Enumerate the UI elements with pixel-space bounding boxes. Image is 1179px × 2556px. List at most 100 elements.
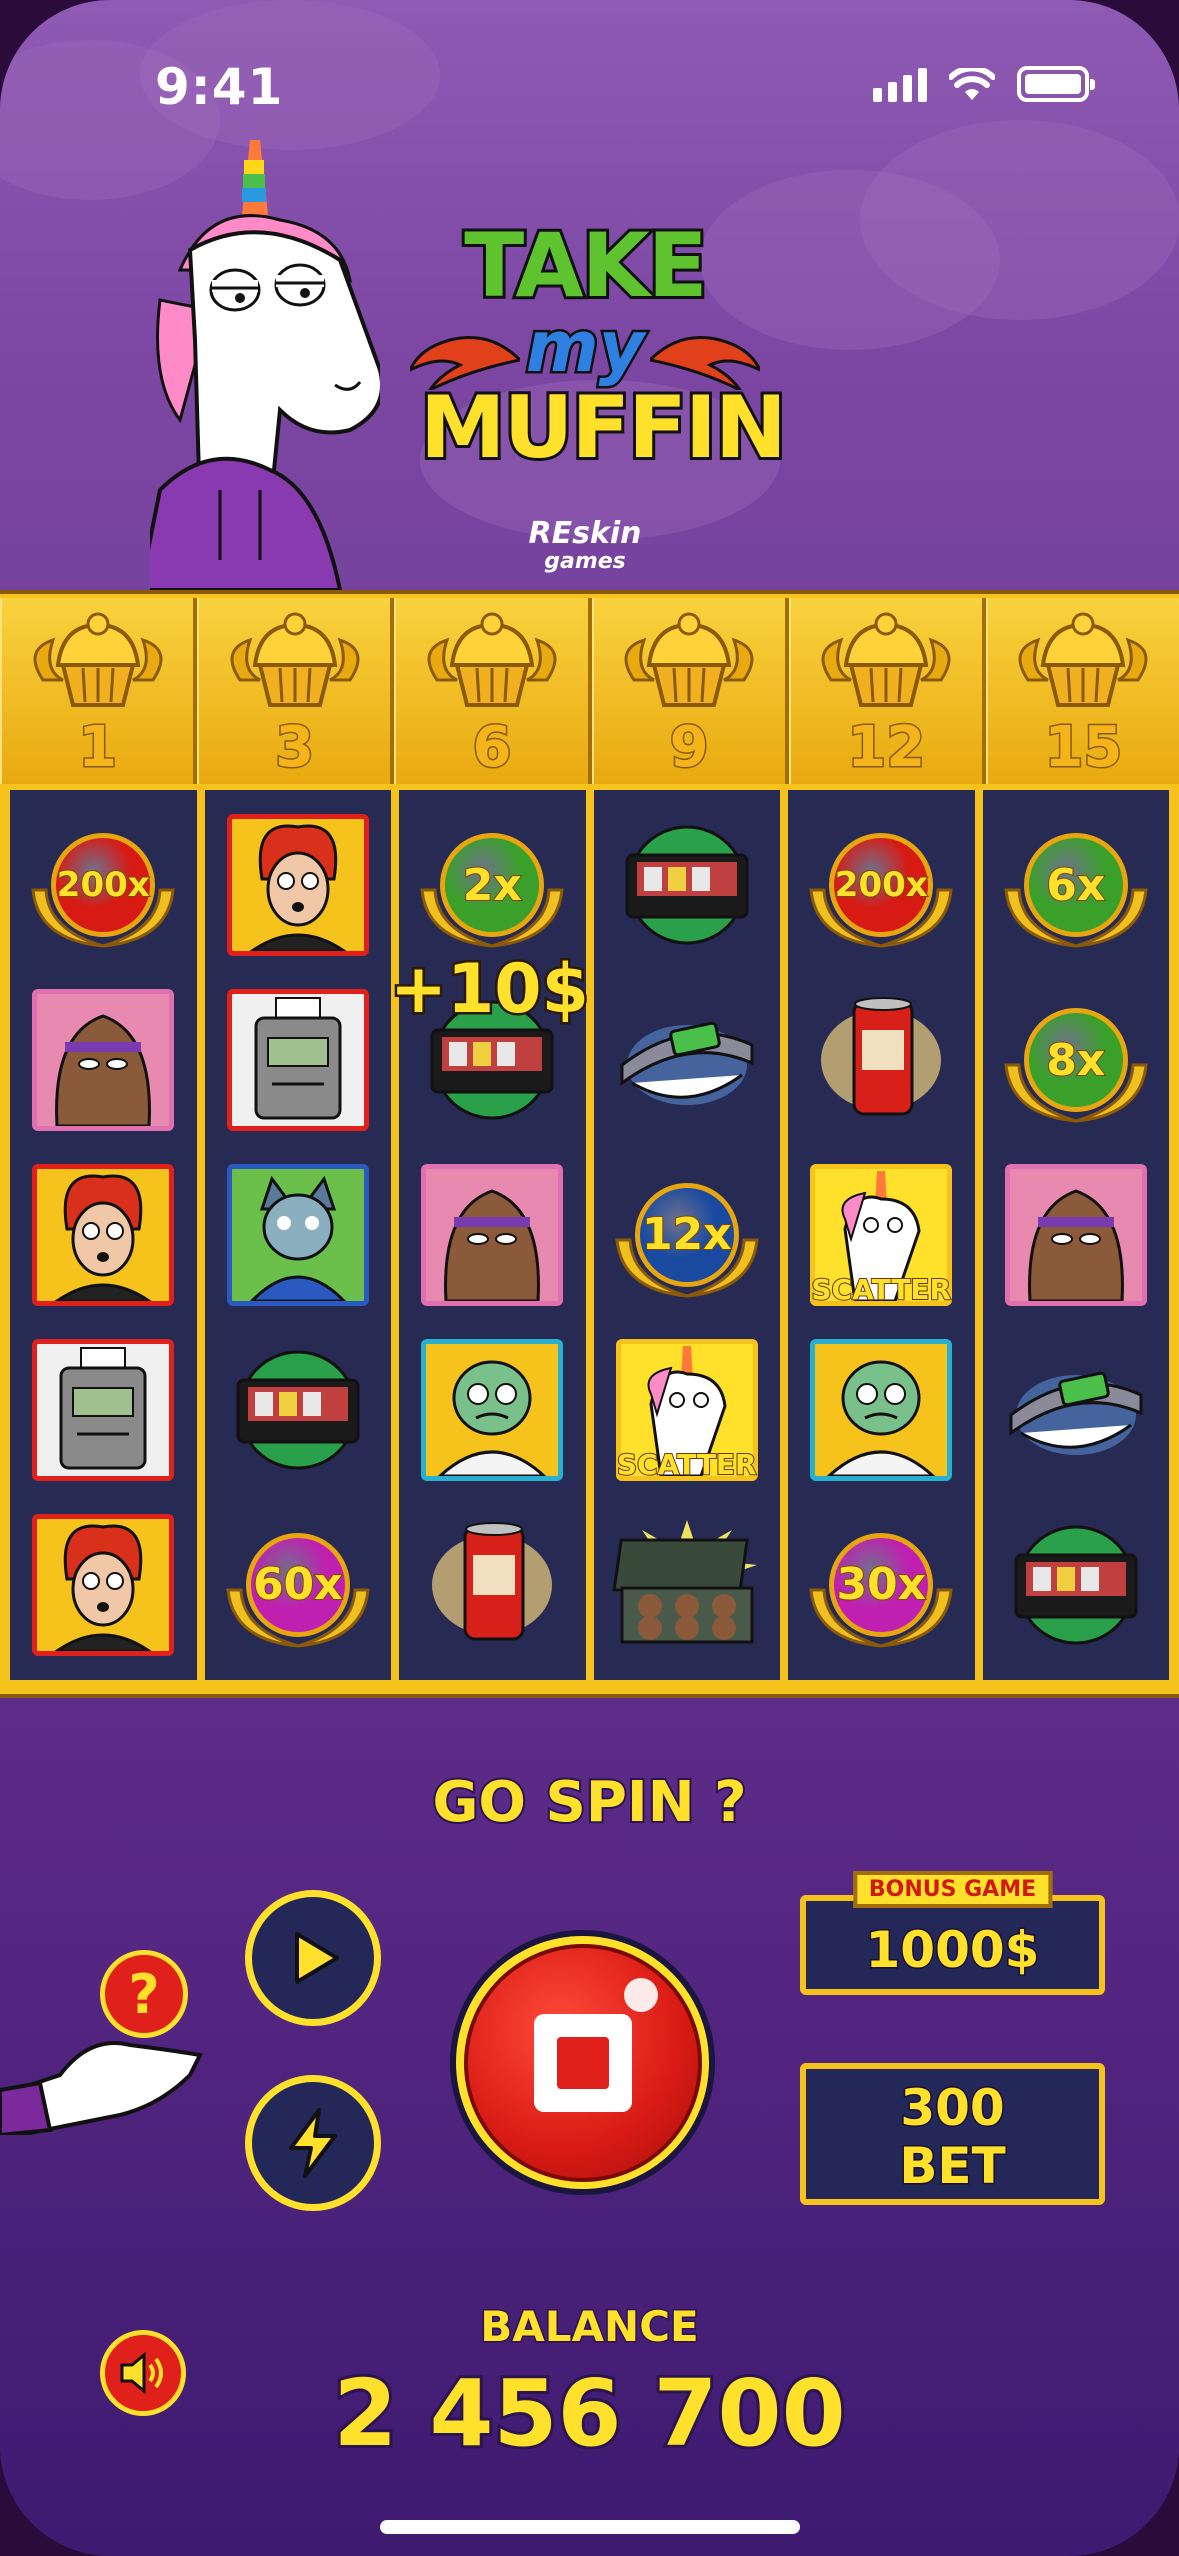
scatter-symbol: SCATTER bbox=[612, 1335, 762, 1485]
home-indicator[interactable] bbox=[380, 2520, 800, 2534]
multiplier-orb-symbol: 200x bbox=[28, 810, 178, 960]
character-symbol-paper-robot bbox=[223, 985, 373, 1135]
green-scientist-portrait-icon bbox=[810, 1338, 953, 1481]
logo-line-take: TAKE bbox=[461, 214, 711, 317]
orb-multiplier-label: 30x bbox=[829, 1532, 934, 1637]
flame-icon bbox=[410, 336, 520, 390]
redhead-woman-portrait-icon bbox=[32, 1163, 175, 1306]
orb-multiplier-label: 200x bbox=[829, 833, 934, 938]
character-symbol-brown-blob bbox=[417, 1160, 567, 1310]
belt-icon bbox=[1009, 1371, 1143, 1455]
character-symbol-redhead-woman bbox=[28, 1160, 178, 1310]
balance-label: BALANCE bbox=[479, 2301, 700, 2353]
belt-symbol bbox=[612, 985, 762, 1135]
scatter-label: SCATTER bbox=[616, 1447, 758, 1482]
spin-button[interactable] bbox=[450, 1930, 715, 2195]
cellular-signal-icon bbox=[873, 68, 927, 102]
unicorn-mascot bbox=[150, 140, 380, 590]
multiplier-orb-symbol: 30x bbox=[806, 1510, 956, 1660]
multiplier-orb-symbol: 12x bbox=[612, 1160, 762, 1310]
turbo-button[interactable] bbox=[245, 2075, 381, 2211]
character-symbol-redhead-woman bbox=[223, 810, 373, 960]
spin-prompt: GO SPIN ? bbox=[430, 1768, 748, 1837]
paper-robot-portrait-icon bbox=[32, 1338, 175, 1481]
autoplay-button[interactable] bbox=[245, 1890, 381, 2026]
soda-can-icon bbox=[821, 997, 942, 1116]
reel-column: 2x bbox=[399, 790, 586, 1680]
studio-name: REskin bbox=[528, 516, 642, 551]
orb-multiplier-label: 12x bbox=[634, 1182, 739, 1287]
character-symbol-redhead-woman bbox=[28, 1510, 178, 1660]
character-symbol-brown-blob bbox=[1001, 1160, 1151, 1310]
multiplier-cell: 9 bbox=[591, 598, 789, 784]
multiplier-value: 6 bbox=[471, 714, 513, 782]
paper-robot-portrait-icon bbox=[226, 989, 369, 1132]
belt-icon bbox=[620, 1021, 754, 1106]
studio-sub: games bbox=[544, 549, 626, 574]
vhs-tape-icon bbox=[625, 825, 749, 945]
reel-column: 6x 8x bbox=[982, 790, 1169, 1680]
reels-grid: 200x 60x 2x 12x SCATTER 200x SCATTER 30x 6x 8x bbox=[4, 790, 1175, 1680]
soda-can-symbol bbox=[806, 985, 956, 1135]
reel-column: 60x bbox=[204, 790, 391, 1680]
game-screen: 9:41 TAKE my MUFFIN REskin games 1 3 6 9… bbox=[0, 0, 1179, 2556]
slot-board: 1 3 6 9 12 15 200x 60x 2x 12x SCATTER 200x SCATTER 3… bbox=[0, 590, 1179, 1698]
game-logo: TAKE my MUFFIN bbox=[410, 214, 790, 477]
muffin-box-icon bbox=[612, 1519, 757, 1644]
battery-icon bbox=[1017, 66, 1095, 102]
orb-multiplier-label: 6x bbox=[1023, 833, 1128, 938]
soda-can-icon bbox=[432, 1521, 553, 1641]
scatter-symbol: SCATTER bbox=[806, 1160, 956, 1310]
orb-multiplier-label: 200x bbox=[51, 833, 156, 938]
redhead-woman-portrait-icon bbox=[226, 814, 369, 957]
multiplier-value: 3 bbox=[274, 714, 316, 782]
multiplier-cell: 12 bbox=[788, 598, 986, 784]
lightning-icon bbox=[289, 2108, 337, 2178]
spin-button-face bbox=[463, 1943, 702, 2182]
green-scientist-portrait-icon bbox=[421, 1338, 564, 1481]
soda-can-symbol bbox=[417, 1510, 567, 1660]
character-symbol-blue-cat-man bbox=[223, 1160, 373, 1310]
multiplier-orb-symbol: 6x bbox=[1001, 810, 1151, 960]
stop-icon bbox=[533, 2013, 632, 2112]
multiplier-cell: 6 bbox=[394, 598, 592, 784]
flame-icon bbox=[650, 336, 760, 390]
bet-label: BET bbox=[898, 2136, 1007, 2197]
brown-blob-portrait-icon bbox=[1004, 1163, 1147, 1306]
multiplier-orb-symbol: 2x bbox=[417, 810, 567, 960]
help-button[interactable]: ? bbox=[100, 1950, 188, 2038]
multiplier-orb-symbol: 60x bbox=[223, 1510, 373, 1660]
reel-column: 12x SCATTER bbox=[593, 790, 780, 1680]
multiplier-orb-symbol: 200x bbox=[806, 810, 956, 960]
scatter-label: SCATTER bbox=[810, 1272, 952, 1307]
cloud bbox=[860, 120, 1179, 320]
redhead-woman-portrait-icon bbox=[32, 1513, 175, 1656]
bonus-amount: 1000$ bbox=[864, 1920, 1041, 1981]
multiplier-cell: 3 bbox=[197, 598, 395, 784]
muffin-box-symbol bbox=[612, 1510, 762, 1660]
orb-multiplier-label: 60x bbox=[245, 1532, 350, 1637]
vhs-tape-icon bbox=[1014, 1525, 1138, 1645]
multiplier-orb-symbol: 8x bbox=[1001, 985, 1151, 1135]
orb-multiplier-label: 8x bbox=[1023, 1008, 1128, 1113]
wifi-icon bbox=[949, 68, 995, 100]
balance-value: 2 456 700 bbox=[330, 2357, 848, 2470]
vhs-tape-icon bbox=[236, 1350, 360, 1470]
brown-blob-portrait-icon bbox=[32, 989, 175, 1132]
character-symbol-brown-blob bbox=[28, 985, 178, 1135]
brown-blob-portrait-icon bbox=[421, 1163, 564, 1306]
multiplier-cell: 1 bbox=[0, 598, 198, 784]
character-symbol-paper-robot bbox=[28, 1335, 178, 1485]
reel-column: 200x bbox=[10, 790, 197, 1680]
multiplier-cell: 15 bbox=[985, 598, 1179, 784]
bonus-game-panel[interactable]: BONUS GAME 1000$ bbox=[800, 1871, 1105, 1995]
blue-cat-man-portrait-icon bbox=[226, 1163, 369, 1306]
character-symbol-green-scientist bbox=[417, 1335, 567, 1485]
multiplier-value: 15 bbox=[1043, 714, 1124, 782]
orb-multiplier-label: 2x bbox=[440, 833, 545, 938]
bet-panel[interactable]: 300 BET bbox=[800, 2063, 1105, 2205]
bonus-game-tag: BONUS GAME bbox=[852, 1871, 1053, 1908]
studio-logo: REskin games bbox=[520, 519, 650, 576]
reel-column: 200x SCATTER 30x bbox=[788, 790, 975, 1680]
multiplier-value: 12 bbox=[846, 714, 927, 782]
